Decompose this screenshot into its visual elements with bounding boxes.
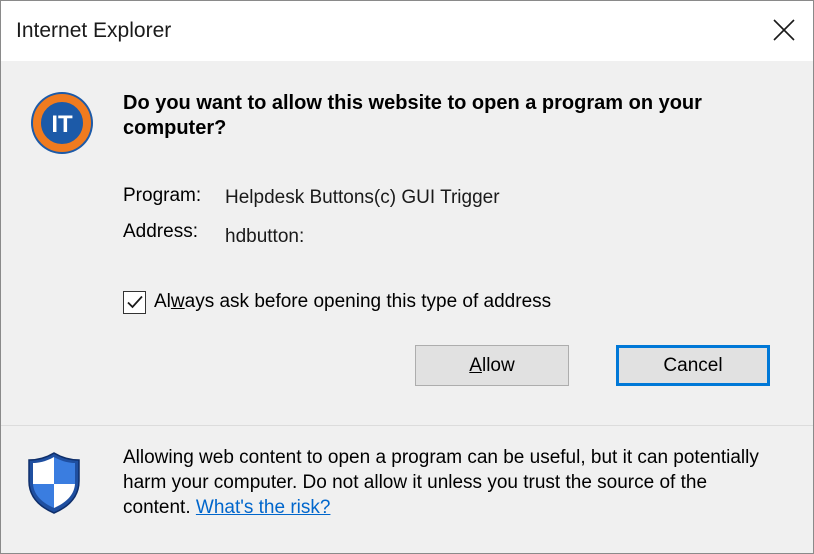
separator [1,425,813,426]
warning-text: Allowing web content to open a program c… [123,445,763,520]
label-part-1: Al [154,291,171,312]
always-ask-checkbox-row[interactable]: Always ask before opening this type of a… [123,289,551,315]
allow-accelerator: A [469,354,482,376]
allow-button[interactable]: Allow [415,345,569,386]
program-value: Helpdesk Buttons(c) GUI Trigger [225,187,500,208]
allow-label: llow [481,354,515,376]
logo-text: IT [51,111,73,138]
window-title: Internet Explorer [16,19,172,42]
shield-icon [28,452,80,514]
label-part-2: ays ask before opening this type of addr… [184,291,552,312]
program-label: Program: [123,185,202,206]
ie-dialog: Internet Explorer IT Do you want to allo… [0,0,814,554]
checkmark-icon [126,295,143,309]
always-ask-checkbox[interactable] [123,290,146,314]
address-label: Address: [123,221,198,242]
address-value: hdbutton: [225,226,305,247]
label-accelerator: w [170,291,185,312]
title-bar: Internet Explorer [1,1,813,61]
prompt-heading: Do you want to allow this website to ope… [123,92,702,139]
cancel-button[interactable]: Cancel [616,345,770,386]
whats-the-risk-link[interactable]: What's the risk? [196,497,331,518]
close-icon [773,19,795,41]
always-ask-label: Always ask before opening this type of a… [154,291,551,313]
close-button[interactable] [755,1,813,59]
it-logo-icon: IT [31,92,93,154]
